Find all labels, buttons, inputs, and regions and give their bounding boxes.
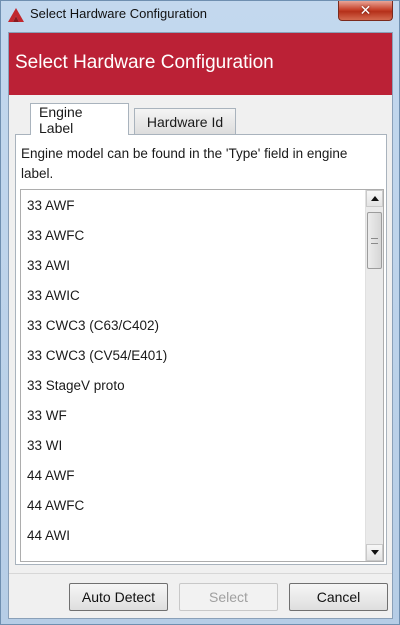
engine-model-list[interactable]: 33 AWF 33 AWFC 33 AWI 33 AWIC 33 CWC3 (C…: [20, 189, 384, 562]
tab-panel-engine-label: Engine model can be found in the 'Type' …: [15, 134, 387, 565]
scroll-down-button[interactable]: [366, 544, 383, 561]
list-item[interactable]: 33 WF: [27, 401, 67, 431]
list-item[interactable]: 44 AWFC: [27, 491, 84, 521]
vertical-scrollbar[interactable]: [365, 190, 383, 561]
page-title: Select Hardware Configuration: [15, 52, 274, 73]
list-item[interactable]: 33 WI: [27, 431, 62, 461]
list-item[interactable]: 44 AWF: [27, 461, 75, 491]
close-button[interactable]: ✕: [338, 1, 393, 21]
close-icon: ✕: [359, 2, 372, 19]
cancel-button[interactable]: Cancel: [289, 583, 388, 611]
tab-label: Engine Label: [39, 103, 83, 136]
scroll-thumb[interactable]: [367, 212, 382, 269]
app-logo-icon: [8, 8, 24, 22]
info-text: Engine model can be found in the 'Type' …: [21, 146, 348, 181]
title-bar[interactable]: Select Hardware Configuration ✕: [1, 1, 399, 29]
footer-divider: [9, 573, 392, 574]
button-label: Auto Detect: [81, 589, 156, 605]
auto-detect-button[interactable]: Auto Detect: [69, 583, 168, 611]
dialog-window: Select Hardware Configuration ✕ Select H…: [0, 0, 400, 625]
dialog-client-area: Select Hardware Configuration Hardware I…: [8, 32, 393, 619]
list-item[interactable]: 33 AWFC: [27, 221, 84, 251]
list-item[interactable]: 33 AWF: [27, 191, 75, 221]
button-label: Select: [209, 589, 248, 605]
tab-hardware-id[interactable]: Hardware Id: [134, 108, 236, 135]
list-item[interactable]: 33 AWIC: [27, 281, 80, 311]
button-label: Cancel: [316, 589, 361, 605]
list-item[interactable]: 33 AWI: [27, 251, 70, 281]
grip-icon: [371, 238, 378, 244]
list-item[interactable]: 33 CWC3 (CV54/E401): [27, 341, 167, 371]
triangle-down-icon: [370, 550, 379, 555]
header-band: Select Hardware Configuration: [9, 33, 392, 95]
tab-engine-label[interactable]: Engine Label: [30, 103, 129, 136]
list-item[interactable]: 33 StageV proto: [27, 371, 125, 401]
window-title: Select Hardware Configuration: [30, 6, 208, 21]
list-item[interactable]: 33 CWC3 (C63/C402): [27, 311, 159, 341]
triangle-up-icon: [370, 196, 379, 201]
scroll-up-button[interactable]: [366, 190, 383, 207]
list-item[interactable]: 44 AWI: [27, 521, 70, 551]
select-button[interactable]: Select: [179, 583, 278, 611]
tab-label: Hardware Id: [146, 114, 224, 130]
